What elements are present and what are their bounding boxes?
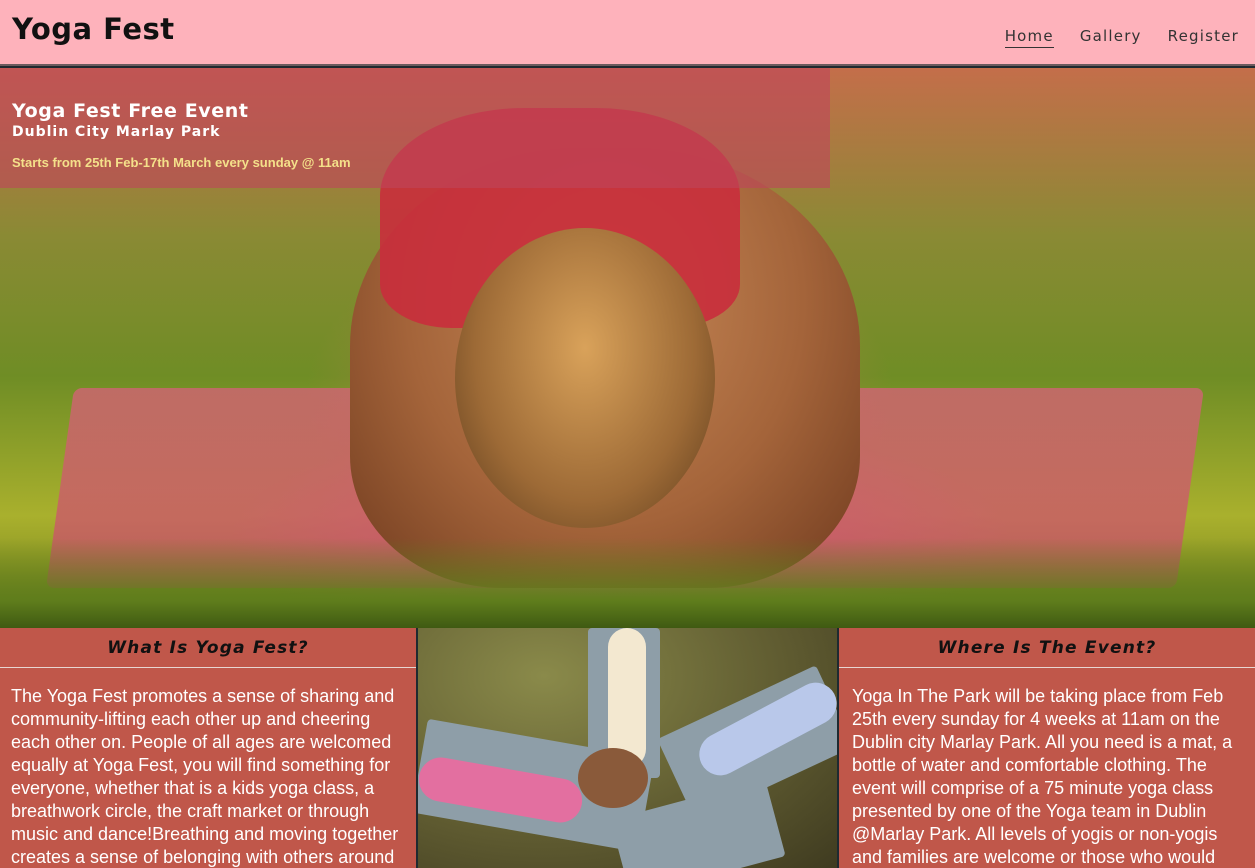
hero-dates: Starts from 25th Feb-17th March every su… [12, 155, 351, 170]
photo-heads-center [578, 748, 648, 808]
nav-home-link[interactable]: Home [1004, 27, 1054, 48]
hero-section: Yoga Fest Free Event Dublin City Marlay … [0, 68, 1255, 628]
site-logo[interactable]: Yoga Fest [12, 12, 175, 46]
hero-hair-image [455, 228, 715, 528]
where-is-text: Yoga In The Park will be taking place fr… [852, 686, 1233, 867]
where-is-heading: Where Is The Event? [839, 628, 1255, 668]
main-nav: Home Gallery Register [1004, 27, 1239, 48]
hero-grass-image [0, 538, 1255, 628]
hero-subtitle: Dublin City Marlay Park [12, 124, 221, 140]
hero-banner: Yoga Fest Free Event Dublin City Marlay … [0, 68, 830, 188]
what-is-text: The Yoga Fest promotes a sense of sharin… [11, 686, 399, 867]
photo-person-cream [608, 628, 646, 768]
hero-title: Yoga Fest Free Event [12, 100, 249, 122]
where-is-column: Where Is The Event? Yoga In The Park wil… [839, 628, 1255, 868]
info-section: What Is Yoga Fest? The Yoga Fest promote… [0, 628, 1255, 868]
group-yoga-photo [418, 628, 837, 868]
what-is-heading: What Is Yoga Fest? [0, 628, 416, 668]
nav-register-link[interactable]: Register [1168, 27, 1239, 48]
what-is-column: What Is Yoga Fest? The Yoga Fest promote… [0, 628, 416, 868]
nav-gallery-link[interactable]: Gallery [1080, 27, 1142, 48]
site-header: Yoga Fest Home Gallery Register [0, 0, 1255, 66]
photo-background [418, 628, 837, 868]
